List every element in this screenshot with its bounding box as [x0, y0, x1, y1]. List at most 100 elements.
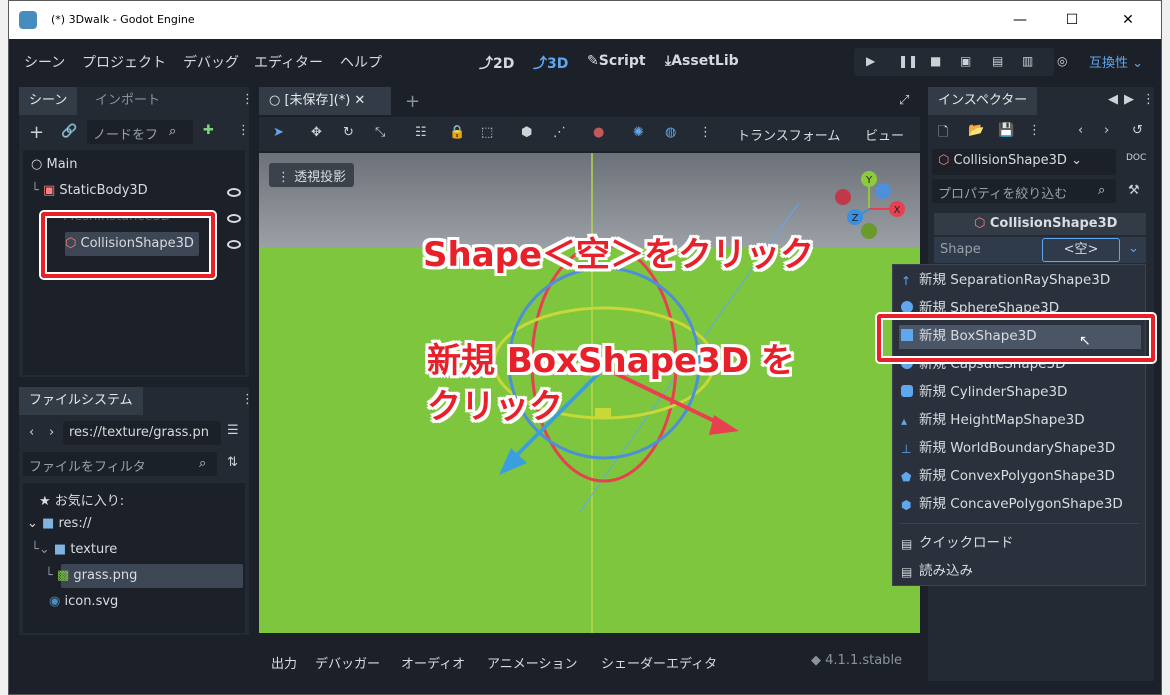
- history-back-icon[interactable]: ‹: [1078, 123, 1083, 138]
- select-tool-icon[interactable]: ➤: [273, 125, 284, 140]
- res-root-item[interactable]: ⌄ ■ res://: [27, 516, 91, 531]
- file-filter-input[interactable]: ファイルをフィルタ: [23, 452, 217, 476]
- version-icon: ◆: [811, 653, 821, 668]
- tab-shader-editor[interactable]: シェーダーエディタ: [601, 653, 717, 672]
- tab-animation[interactable]: アニメーション: [487, 653, 577, 672]
- godot-icon: ◉: [49, 594, 61, 609]
- workspace-script[interactable]: ✎Script: [587, 53, 646, 69]
- favorites-item[interactable]: ★ お気に入り:: [39, 490, 124, 509]
- add-script-icon[interactable]: ✚: [203, 123, 214, 138]
- maximize-button[interactable]: ☐: [1049, 7, 1095, 33]
- transform-menu[interactable]: トランスフォーム: [737, 125, 840, 144]
- renderer-selector[interactable]: 互換性 ⌄: [1089, 52, 1143, 71]
- menu-item-cylinder[interactable]: 新規 CylinderShape3D: [901, 379, 1067, 405]
- menu-item-world-boundary[interactable]: ⊥ 新規 WorldBoundaryShape3D: [901, 435, 1115, 461]
- property-filter-input[interactable]: プロパティを絞り込む: [932, 179, 1116, 203]
- pause-icon[interactable]: ❚❚: [898, 54, 918, 68]
- rotate-tool-icon[interactable]: ↻: [343, 125, 354, 140]
- history-forward-icon[interactable]: ›: [1104, 123, 1109, 138]
- minimize-button[interactable]: —: [997, 7, 1043, 33]
- tab-audio[interactable]: オーディオ: [401, 653, 465, 672]
- view-gizmo[interactable]: Y Z X: [829, 169, 909, 249]
- more-icon[interactable]: ⋮: [699, 125, 712, 140]
- menu-item-load[interactable]: ▤ 読み込み: [901, 558, 973, 584]
- add-tab-icon[interactable]: +: [405, 91, 420, 112]
- visibility-eye-icon[interactable]: [227, 188, 241, 197]
- perspective-menu[interactable]: ⋮ 透視投影: [269, 163, 355, 187]
- chevron-down-icon[interactable]: ⌄: [1128, 241, 1139, 256]
- back-icon[interactable]: ‹: [29, 425, 34, 440]
- close-window-button[interactable]: ✕: [1105, 7, 1151, 33]
- link-icon[interactable]: 🔗: [61, 124, 77, 139]
- group-icon[interactable]: ⬚: [481, 125, 493, 140]
- forward-icon[interactable]: ›: [49, 425, 54, 440]
- node-type-selector[interactable]: ⬡ CollisionShape3D ⌄: [932, 149, 1116, 175]
- menu-debug[interactable]: デバッグ: [183, 52, 239, 72]
- local-space-icon[interactable]: ⬢: [521, 125, 532, 140]
- list-select-icon[interactable]: ☷: [415, 125, 427, 140]
- tab-scene[interactable]: シーン: [19, 87, 78, 115]
- new-resource-icon[interactable]: 🗋: [938, 123, 948, 145]
- tree-item-staticbody3d[interactable]: └ ▣ StaticBody3D: [31, 183, 148, 198]
- menu-help[interactable]: ヘルプ: [340, 52, 382, 72]
- menu-item-concave-polygon[interactable]: ⬢ 新規 ConcavePolygonShape3D: [901, 491, 1123, 517]
- menu-scene[interactable]: シーン: [24, 52, 65, 72]
- tab-output[interactable]: 出力: [271, 653, 297, 672]
- prev-dock-icon[interactable]: ◀: [1108, 92, 1118, 107]
- play-scene-icon[interactable]: ▤: [992, 54, 1003, 68]
- next-dock-icon[interactable]: ▶: [1124, 92, 1134, 107]
- tab-import[interactable]: インポート: [85, 87, 170, 115]
- dock-menu-icon[interactable]: ⋮: [1142, 92, 1155, 107]
- stop-icon[interactable]: ■: [930, 54, 941, 68]
- fullscreen-icon[interactable]: ⤢: [899, 93, 909, 108]
- environment-icon[interactable]: ◍: [665, 125, 676, 140]
- play-custom-icon[interactable]: ▥: [1022, 54, 1033, 68]
- lock-icon[interactable]: 🔒: [449, 125, 465, 140]
- menu-editor[interactable]: エディター: [254, 52, 323, 72]
- tab-inspector[interactable]: インスペクター: [928, 87, 1038, 115]
- tree-item-main[interactable]: ○ Main: [31, 157, 78, 172]
- menu-item-separation-ray[interactable]: ↑ 新規 SeparationRayShape3D: [901, 267, 1110, 293]
- node-filter-input[interactable]: ノードをフ: [87, 120, 193, 144]
- remote-debug-icon[interactable]: ▣: [960, 54, 971, 68]
- grass-png-item[interactable]: └ ▩ grass.png: [45, 568, 137, 583]
- move-tool-icon[interactable]: ✥: [311, 125, 322, 140]
- menu-item-heightmap[interactable]: ▴ 新規 HeightMapShape3D: [901, 407, 1085, 433]
- menu-project[interactable]: プロジェクト: [82, 52, 166, 72]
- camera-icon[interactable]: ●: [593, 125, 604, 140]
- tools-icon[interactable]: ⚒: [1128, 183, 1140, 198]
- workspace-3d[interactable]: ⤴3D: [533, 53, 568, 73]
- tab-filesystem[interactable]: ファイルシステム: [19, 387, 143, 415]
- movie-maker-icon[interactable]: ◎: [1057, 54, 1067, 68]
- split-view-icon[interactable]: ☰: [227, 423, 239, 438]
- close-tab-icon[interactable]: ✕: [354, 93, 365, 108]
- add-node-icon[interactable]: +: [29, 122, 44, 143]
- sort-icon[interactable]: ⇅: [227, 455, 238, 470]
- sun-icon[interactable]: ✺: [633, 125, 644, 140]
- dock-menu-icon[interactable]: ⋮: [241, 92, 254, 107]
- more-icon[interactable]: ⋮: [1028, 123, 1041, 138]
- menu-item-convex-polygon[interactable]: ⬟ 新規 ConvexPolygonShape3D: [901, 463, 1115, 489]
- view-menu[interactable]: ビュー: [865, 125, 904, 144]
- 3d-viewport[interactable]: ⋮ 透視投影 Y Z X: [259, 153, 920, 633]
- path-field[interactable]: res://texture/grass.pn: [63, 421, 221, 445]
- dock-menu-icon[interactable]: ⋮: [241, 392, 254, 407]
- snap-icon[interactable]: ⋰: [553, 125, 566, 140]
- texture-folder-item[interactable]: └⌄ ■ texture: [31, 542, 117, 557]
- workspace-2d[interactable]: ⤴2D: [479, 53, 514, 73]
- history-icon[interactable]: ↺: [1132, 123, 1143, 138]
- visibility-eye-icon[interactable]: [227, 214, 241, 223]
- scene-menu-icon[interactable]: ⋮: [237, 123, 250, 138]
- scale-tool-icon[interactable]: ⤡: [375, 125, 385, 140]
- open-folder-icon[interactable]: 📂: [968, 123, 984, 138]
- visibility-eye-icon[interactable]: [227, 240, 241, 249]
- icon-svg-item[interactable]: ◉ icon.svg: [49, 594, 118, 609]
- workspace-assetlib[interactable]: ⤓AssetLib: [665, 53, 739, 69]
- shape-empty-button[interactable]: <空>: [1042, 238, 1120, 262]
- tab-debugger[interactable]: デバッガー: [315, 653, 380, 672]
- scene-tab[interactable]: ○ [未保存](*) ✕: [259, 87, 391, 115]
- save-icon[interactable]: 💾: [998, 123, 1014, 138]
- play-icon[interactable]: ▶: [866, 54, 875, 68]
- doc-icon[interactable]: DOC: [1126, 153, 1146, 163]
- menu-item-quick-load[interactable]: ▤ クイックロード: [901, 530, 1014, 556]
